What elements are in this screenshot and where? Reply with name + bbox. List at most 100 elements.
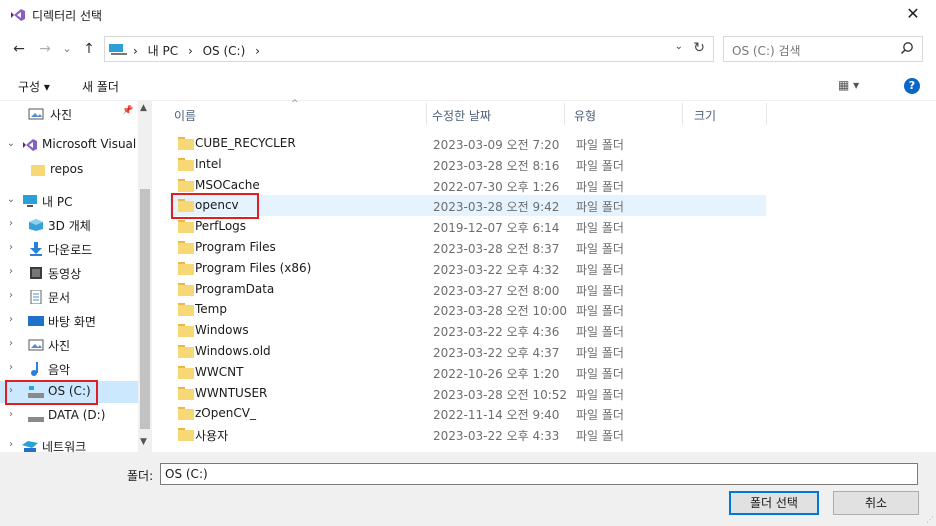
file-type: 파일 폴더 <box>576 180 624 194</box>
file-row[interactable]: Windows 2023-03-22 오후 4:36 파일 폴더 <box>170 320 766 341</box>
tree-item-network[interactable]: › 네트워크 <box>0 435 138 453</box>
search-input[interactable]: OS (C:) 검색 <box>723 36 923 62</box>
tree-item-visual-studio[interactable]: ⌄ Microsoft Visual S <box>0 134 148 156</box>
tree-label: 다운로드 <box>48 243 93 257</box>
tree-item-this-pc[interactable]: ⌄ 내 PC <box>0 190 138 212</box>
chevron-right-icon[interactable]: › <box>6 290 16 301</box>
pin-icon[interactable]: 📌 <box>122 106 133 116</box>
chevron-right-icon[interactable]: › <box>6 338 16 349</box>
file-row[interactable]: Program Files (x86) 2023-03-22 오후 4:32 파일 … <box>170 258 766 279</box>
file-row[interactable]: Intel 2023-03-28 오전 8:16 파일 폴더 <box>170 154 766 175</box>
close-icon[interactable]: ✕ <box>890 0 936 30</box>
tree-item-3d-objects[interactable]: › 3D 개체 <box>0 214 138 236</box>
up-arrow-icon[interactable]: ↑ <box>78 38 100 60</box>
tree-label: 3D 개체 <box>48 219 91 233</box>
file-date: 2023-03-22 오후 4:32 <box>433 263 560 277</box>
folder-input[interactable]: OS (C:) <box>160 463 918 485</box>
tree-item-desktop[interactable]: › 바탕 화면 <box>0 310 138 332</box>
file-row[interactable]: CUBE_RECYCLER 2023-03-09 오전 7:20 파일 폴더 <box>170 133 766 154</box>
tree-item-pictures-quick[interactable]: 사진 📌 <box>0 103 138 125</box>
column-label: 수정한 날짜 <box>432 109 492 123</box>
search-placeholder: OS (C:) 검색 <box>732 44 801 58</box>
resize-grip-icon[interactable]: ⋰ <box>926 515 934 524</box>
chevron-right-icon[interactable]: › <box>6 266 16 277</box>
breadcrumb-separator[interactable]: › <box>255 44 260 58</box>
tree-label: 문서 <box>48 291 71 305</box>
highlight-box-opencv <box>171 193 259 219</box>
chevron-right-icon[interactable]: › <box>6 439 16 450</box>
file-row[interactable]: WWCNT 2022-10-26 오후 1:20 파일 폴더 <box>170 362 766 383</box>
column-header-type[interactable]: 유형 <box>552 101 670 127</box>
chevron-right-icon[interactable]: › <box>6 409 16 420</box>
videos-icon <box>30 267 42 279</box>
new-folder-button[interactable]: 새 폴더 <box>82 78 119 95</box>
organize-button[interactable]: 구성 ▾ <box>18 78 50 95</box>
recent-locations-chevron-icon[interactable]: ⌄ <box>56 38 78 60</box>
scrollbar-thumb[interactable] <box>140 189 150 429</box>
command-bar: 구성 ▾ 새 폴더 ▦ ▾ ? <box>0 72 936 100</box>
cancel-button[interactable]: 취소 <box>833 491 919 515</box>
pc-icon <box>23 195 37 207</box>
tree-item-music[interactable]: › 음악 <box>0 358 138 380</box>
scroll-down-icon[interactable]: ▼ <box>140 437 147 447</box>
file-row[interactable]: Temp 2023-03-28 오전 10:00 파일 폴더 <box>170 299 766 320</box>
back-arrow-icon[interactable]: ← <box>8 38 30 60</box>
tree-item-pictures[interactable]: › 사진 <box>0 334 138 356</box>
tree-scrollbar[interactable]: ▲ ▼ <box>138 101 152 453</box>
file-type: 파일 폴더 <box>576 242 624 256</box>
folder-icon <box>178 241 194 254</box>
file-date: 2023-03-28 오전 9:42 <box>433 200 560 214</box>
pictures-icon <box>28 108 44 120</box>
file-row[interactable]: WWNTUSER 2023-03-28 오전 10:52 파일 폴더 <box>170 383 766 404</box>
file-row[interactable]: Program Files 2023-03-28 오전 8:37 파일 폴더 <box>170 237 766 258</box>
file-row[interactable]: PerfLogs 2019-12-07 오후 6:14 파일 폴더 <box>170 216 766 237</box>
file-row[interactable]: zOpenCV_ 2022-11-14 오전 9:40 파일 폴더 <box>170 403 766 424</box>
address-bar[interactable]: › 내 PC › OS (C:) › ⌄ ↻ <box>104 36 714 62</box>
file-type: 파일 폴더 <box>576 325 624 339</box>
view-options-button[interactable]: ▦ ▾ <box>838 78 859 92</box>
column-divider[interactable] <box>766 103 767 125</box>
help-icon[interactable]: ? <box>904 78 920 94</box>
column-header-modified[interactable]: 수정한 날짜 <box>410 101 550 127</box>
select-folder-button[interactable]: 폴더 선택 <box>729 491 819 515</box>
scroll-up-icon[interactable]: ▲ <box>140 103 147 113</box>
tree-item-videos[interactable]: › 동영상 <box>0 262 138 284</box>
breadcrumb-this-pc[interactable]: 내 PC <box>148 44 178 58</box>
chevron-down-icon[interactable]: ⌄ <box>6 138 16 149</box>
file-name: Temp <box>195 302 227 316</box>
chevron-right-icon[interactable]: › <box>6 362 16 373</box>
chevron-right-icon[interactable]: › <box>6 242 16 253</box>
file-name: MSOCache <box>195 178 260 192</box>
file-row[interactable]: ProgramData 2023-03-27 오전 8:00 파일 폴더 <box>170 279 766 300</box>
forward-arrow-icon[interactable]: → <box>34 38 56 60</box>
tree-item-data-d[interactable]: › DATA (D:) <box>0 405 138 427</box>
window-title: 디렉터리 선택 <box>32 9 103 23</box>
sort-ascending-icon: ^ <box>291 99 299 109</box>
file-date: 2023-03-09 오전 7:20 <box>433 138 560 152</box>
chevron-down-icon[interactable]: ⌄ <box>6 194 16 205</box>
file-date: 2019-12-07 오후 6:14 <box>433 221 560 235</box>
breadcrumb-separator[interactable]: › <box>188 44 193 58</box>
folder-icon <box>178 407 194 420</box>
chevron-right-icon[interactable]: › <box>6 314 16 325</box>
breadcrumb-os-c[interactable]: OS (C:) <box>203 44 246 58</box>
file-name: zOpenCV_ <box>195 406 256 420</box>
tree-label: 사진 <box>50 108 73 122</box>
refresh-icon[interactable]: ↻ <box>693 40 705 56</box>
file-list[interactable]: ^ 이름 수정한 날짜 유형 크기 CUBE_RECYCLER 2023-03-0… <box>152 99 936 453</box>
tree-item-downloads[interactable]: › 다운로드 <box>0 238 138 260</box>
file-row[interactable]: opencv 2023-03-28 오전 9:42 파일 폴더 <box>170 195 766 216</box>
address-dropdown-icon[interactable]: ⌄ <box>675 41 683 52</box>
file-row[interactable]: MSOCache 2022-07-30 오후 1:26 파일 폴더 <box>170 175 766 196</box>
file-name: Windows.old <box>195 344 271 358</box>
file-row[interactable]: Windows.old 2023-03-22 오후 4:37 파일 폴더 <box>170 341 766 362</box>
breadcrumb-separator[interactable]: › <box>133 44 138 58</box>
tree-item-documents[interactable]: › 문서 <box>0 286 138 308</box>
file-date: 2023-03-28 오전 10:00 <box>433 304 568 318</box>
tree-label: 동영상 <box>48 267 82 281</box>
column-header-size[interactable]: 크기 <box>672 101 768 127</box>
chevron-right-icon[interactable]: › <box>6 218 16 229</box>
column-header-name[interactable]: ^ 이름 <box>152 99 414 127</box>
file-row[interactable]: 사용자 2023-03-22 오후 4:33 파일 폴더 <box>170 424 766 445</box>
tree-item-repos[interactable]: repos <box>0 159 138 181</box>
